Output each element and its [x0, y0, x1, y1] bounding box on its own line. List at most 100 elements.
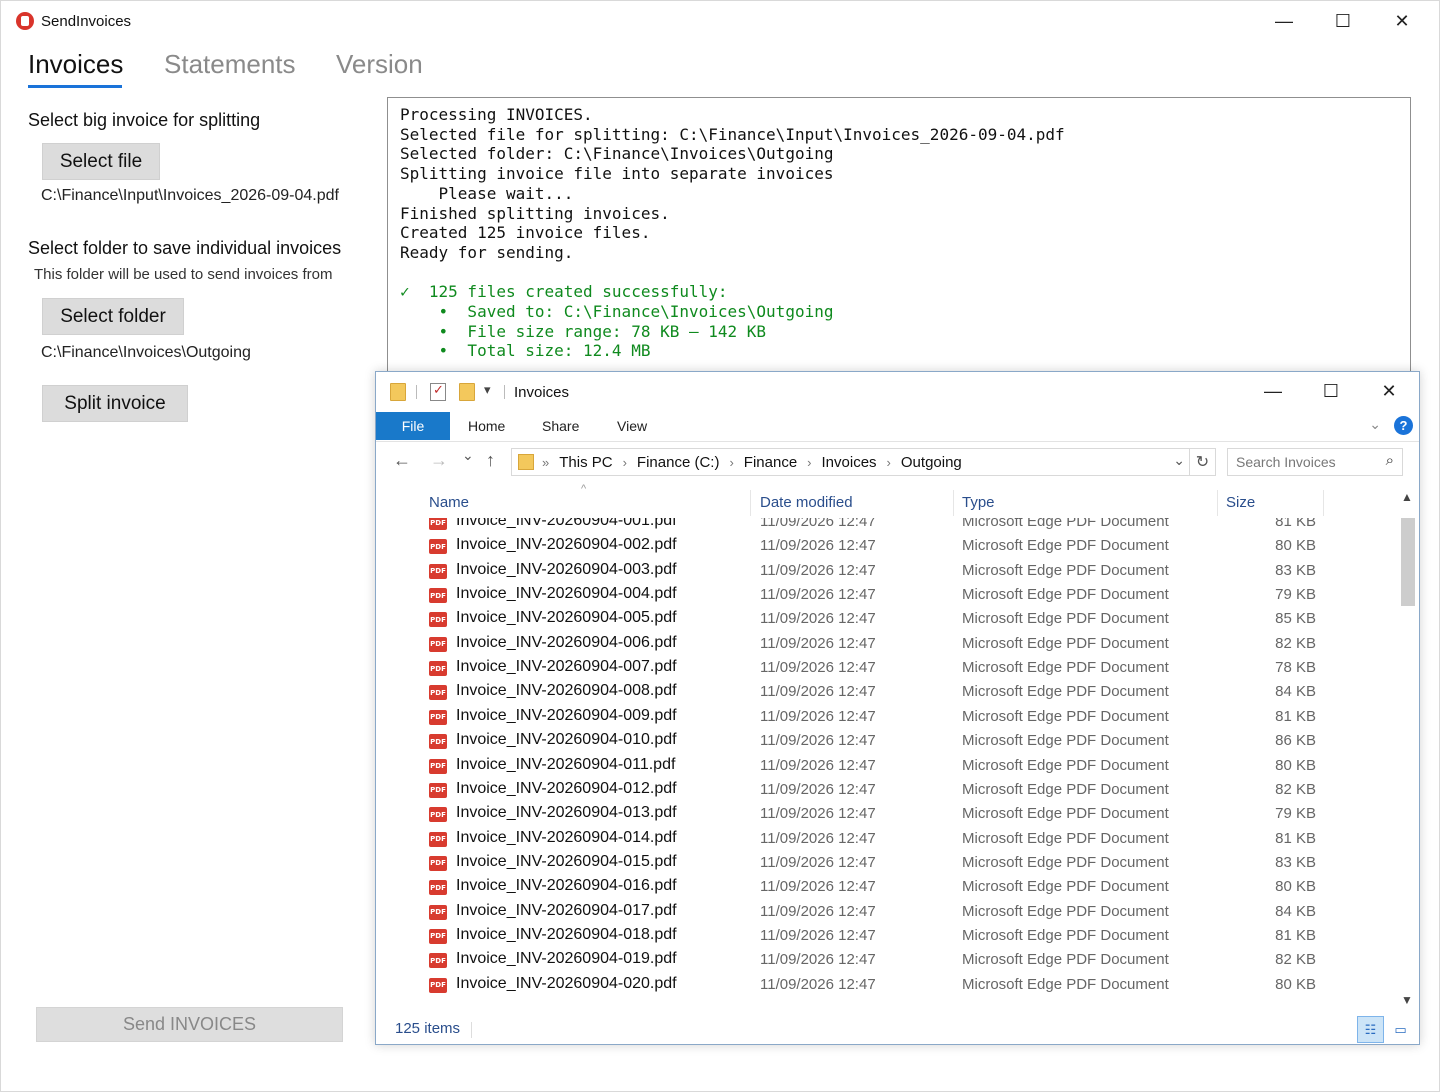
file-row[interactable]: PDF Invoice_INV-20260904-007.pdf 11/09/202…: [376, 656, 1396, 680]
back-arrow-icon[interactable]: ←: [393, 450, 411, 471]
ribbon: File Home Share View ⌄ ?: [376, 412, 1419, 442]
log-output[interactable]: Processing INVOICES. Selected file for sp…: [387, 97, 1411, 387]
new-folder-icon[interactable]: [459, 383, 475, 401]
log-line: Splitting invoice file into separate inv…: [400, 164, 834, 184]
maximize-button[interactable]: ☐: [1314, 1, 1372, 41]
column-date-modified[interactable]: Date modified: [760, 494, 853, 511]
file-row[interactable]: PDF Invoice_INV-20260904-013.pdf 11/09/202…: [376, 802, 1396, 826]
split-invoice-button[interactable]: Split invoice: [42, 385, 188, 422]
breadcrumb-this-pc[interactable]: This PC: [559, 454, 612, 471]
tab-statements[interactable]: Statements: [164, 49, 296, 80]
large-icons-view-icon[interactable]: ▭: [1387, 1016, 1414, 1043]
file-type: Microsoft Edge PDF Document: [962, 829, 1169, 847]
explorer-close-button[interactable]: ✕: [1360, 372, 1418, 410]
file-row[interactable]: PDF Invoice_INV-20260904-001.pdf 11/09/202…: [376, 518, 1396, 534]
details-view-icon[interactable]: ☷: [1357, 1016, 1384, 1043]
file-row[interactable]: PDF Invoice_INV-20260904-011.pdf 11/09/202…: [376, 754, 1396, 778]
send-invoices-button[interactable]: Send INVOICES: [36, 1007, 343, 1042]
file-row[interactable]: PDF Invoice_INV-20260904-012.pdf 11/09/202…: [376, 778, 1396, 802]
file-explorer-window: ▾ Invoices — ☐ ✕ File Home Share View ⌄ …: [375, 371, 1420, 1045]
file-row[interactable]: PDF Invoice_INV-20260904-016.pdf 11/09/202…: [376, 875, 1396, 899]
ribbon-expand-chevron-icon[interactable]: ⌄: [1369, 416, 1381, 433]
select-file-button[interactable]: Select file: [42, 143, 160, 180]
tab-invoices[interactable]: Invoices: [28, 49, 123, 80]
app-logo-icon: [16, 12, 34, 30]
file-date-modified: 11/09/2026 12:47: [760, 537, 876, 555]
file-row[interactable]: PDF Invoice_INV-20260904-019.pdf 11/09/202…: [376, 948, 1396, 972]
folder-subheading: This folder will be used to send invoice…: [34, 266, 333, 283]
divider: [1323, 490, 1324, 516]
column-size[interactable]: Size: [1226, 494, 1255, 511]
file-type: Microsoft Edge PDF Document: [962, 780, 1169, 798]
file-row[interactable]: PDF Invoice_INV-20260904-020.pdf 11/09/202…: [376, 973, 1396, 997]
tab-version[interactable]: Version: [336, 49, 423, 80]
file-size: 80 KB: [1275, 756, 1316, 774]
vertical-scrollbar[interactable]: ▲ ▼: [1398, 488, 1418, 1012]
ribbon-home-tab[interactable]: Home: [468, 418, 505, 434]
select-folder-button[interactable]: Select folder: [42, 298, 184, 335]
breadcrumb-finance[interactable]: Finance: [744, 454, 797, 471]
column-name[interactable]: Name: [429, 494, 469, 511]
file-date-modified: 11/09/2026 12:47: [760, 975, 876, 993]
file-row[interactable]: PDF Invoice_INV-20260904-010.pdf 11/09/202…: [376, 729, 1396, 753]
pdf-file-icon: PDF: [429, 928, 447, 944]
divider: [416, 385, 417, 399]
minimize-button[interactable]: —: [1255, 1, 1313, 41]
file-row[interactable]: PDF Invoice_INV-20260904-002.pdf 11/09/202…: [376, 534, 1396, 558]
file-name: Invoice_INV-20260904-002.pdf: [456, 536, 677, 554]
file-row[interactable]: PDF Invoice_INV-20260904-005.pdf 11/09/202…: [376, 607, 1396, 631]
file-date-modified: 11/09/2026 12:47: [760, 732, 876, 750]
breadcrumb-drive[interactable]: Finance (C:): [637, 454, 720, 471]
ribbon-share-tab[interactable]: Share: [542, 418, 579, 434]
pdf-file-icon: PDF: [429, 734, 447, 750]
up-arrow-icon[interactable]: ↑: [486, 450, 495, 471]
file-date-modified: 11/09/2026 12:47: [760, 610, 876, 628]
pdf-file-icon: PDF: [429, 518, 447, 530]
ribbon-view-tab[interactable]: View: [617, 418, 647, 434]
file-row[interactable]: PDF Invoice_INV-20260904-004.pdf 11/09/202…: [376, 583, 1396, 607]
divider: [471, 1022, 472, 1038]
forward-arrow-icon[interactable]: →: [430, 450, 448, 471]
pdf-file-icon: PDF: [429, 636, 447, 652]
app-titlebar: SendInvoices — ☐ ✕: [1, 1, 1439, 41]
breadcrumb-chevron-icon: ›: [886, 454, 891, 470]
file-row[interactable]: PDF Invoice_INV-20260904-017.pdf 11/09/202…: [376, 900, 1396, 924]
file-row[interactable]: PDF Invoice_INV-20260904-008.pdf 11/09/202…: [376, 680, 1396, 704]
file-size: 83 KB: [1275, 561, 1316, 579]
file-size: 80 KB: [1275, 975, 1316, 993]
help-icon[interactable]: ?: [1394, 416, 1413, 435]
file-row[interactable]: PDF Invoice_INV-20260904-003.pdf 11/09/202…: [376, 559, 1396, 583]
pdf-file-icon: PDF: [429, 880, 447, 896]
file-row[interactable]: PDF Invoice_INV-20260904-006.pdf 11/09/202…: [376, 632, 1396, 656]
breadcrumb-outgoing[interactable]: Outgoing: [901, 454, 962, 471]
scroll-up-icon[interactable]: ▲: [1401, 490, 1413, 504]
file-name: Invoice_INV-20260904-007.pdf: [456, 658, 677, 676]
file-name: Invoice_INV-20260904-014.pdf: [456, 828, 677, 846]
explorer-maximize-button[interactable]: ☐: [1302, 372, 1360, 410]
close-button[interactable]: ✕: [1373, 1, 1431, 41]
explorer-minimize-button[interactable]: —: [1244, 372, 1302, 410]
recent-locations-chevron-icon[interactable]: ⌄: [462, 447, 474, 464]
explorer-titlebar: ▾ Invoices — ☐ ✕: [376, 372, 1419, 412]
file-size: 82 KB: [1275, 634, 1316, 652]
scroll-down-icon[interactable]: ▼: [1401, 993, 1413, 1007]
scrollbar-thumb[interactable]: [1401, 518, 1415, 606]
breadcrumb-overflow[interactable]: »: [542, 455, 549, 470]
breadcrumb-invoices[interactable]: Invoices: [822, 454, 877, 471]
quick-access-dropdown-icon[interactable]: ▾: [484, 382, 491, 398]
file-row[interactable]: PDF Invoice_INV-20260904-014.pdf 11/09/202…: [376, 827, 1396, 851]
address-dropdown-icon[interactable]: ⌄: [1173, 452, 1185, 469]
file-row[interactable]: PDF Invoice_INV-20260904-018.pdf 11/09/202…: [376, 924, 1396, 948]
file-date-modified: 11/09/2026 12:47: [760, 951, 876, 969]
file-row[interactable]: PDF Invoice_INV-20260904-015.pdf 11/09/202…: [376, 851, 1396, 875]
column-type[interactable]: Type: [962, 494, 995, 511]
refresh-icon[interactable]: ↻: [1190, 448, 1216, 476]
pdf-file-icon: PDF: [429, 758, 447, 774]
properties-icon[interactable]: [430, 382, 446, 401]
search-input[interactable]: Search Invoices ⌕: [1227, 448, 1403, 476]
log-success-line: • Saved to: C:\Finance\Invoices\Outgoing: [400, 302, 834, 322]
ribbon-file-tab[interactable]: File: [376, 412, 450, 440]
file-size: 80 KB: [1275, 878, 1316, 896]
file-row[interactable]: PDF Invoice_INV-20260904-009.pdf 11/09/202…: [376, 705, 1396, 729]
address-bar[interactable]: » This PC › Finance (C:) › Finance › Inv…: [511, 448, 1190, 476]
